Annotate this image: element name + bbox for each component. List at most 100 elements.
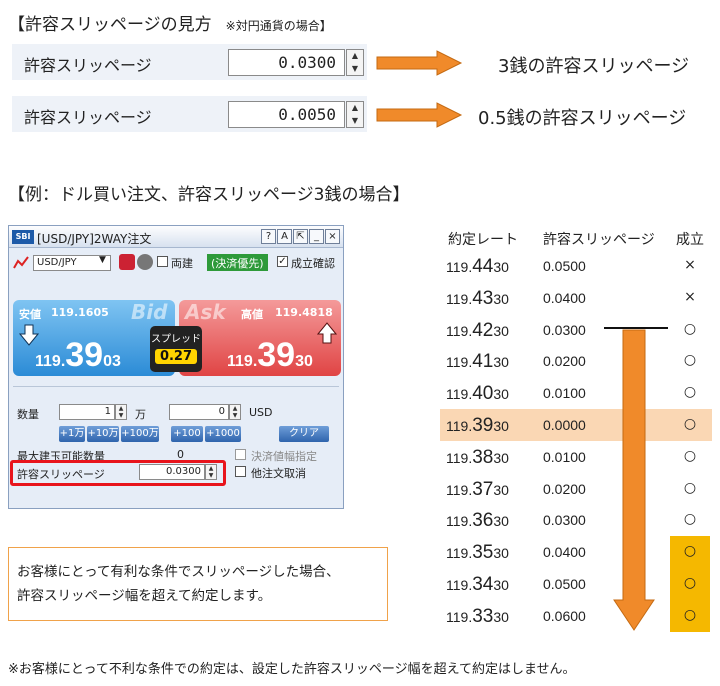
spin-up-icon[interactable]: ▲	[116, 405, 126, 412]
add-10man-button[interactable]: +10万	[87, 426, 119, 442]
add-1man-button[interactable]: +1万	[59, 426, 85, 442]
rate-big: 38	[472, 446, 494, 468]
spin-down-icon[interactable]: ▼	[347, 63, 363, 76]
ask-price-small: 30	[295, 353, 313, 370]
rate-value: 119.3830	[446, 447, 509, 469]
result-mark: ○	[670, 599, 710, 632]
cancel-other-checkbox[interactable]	[235, 466, 246, 477]
slippage-value: 0.0200	[543, 353, 586, 370]
rate-big: 36	[472, 510, 494, 532]
qty2-input[interactable]: 0	[169, 404, 229, 420]
heading-note: ※対円通貨の場合】	[225, 19, 332, 33]
qty-input[interactable]: 1	[59, 404, 115, 420]
result-mark: ×	[684, 257, 696, 273]
rate-big: 43	[472, 287, 494, 309]
result-mark: ○	[683, 479, 697, 496]
close-button[interactable]: ×	[325, 229, 340, 244]
result-mark: ○	[683, 320, 697, 337]
rate-value: 119.4330	[446, 288, 509, 310]
rate-big: 35	[472, 542, 494, 564]
rate-small: 30	[493, 418, 509, 434]
settle-price-checkbox[interactable]	[235, 449, 246, 460]
slippage-desc-1: 3銭の許容スリッページ	[498, 56, 690, 77]
bid-price-small: 03	[103, 353, 121, 370]
window-slippage-input[interactable]: 0.0300	[139, 464, 205, 480]
header-slippage: 許容スリッページ	[543, 232, 655, 248]
table-row: 119.4330 0.0400 ×	[440, 282, 712, 314]
minimize-button[interactable]: _	[309, 229, 324, 244]
table-row: 119.3830 0.0100 ○	[440, 441, 712, 473]
confirm-checkbox[interactable]: ✓	[277, 256, 288, 267]
chart-icon[interactable]	[13, 255, 29, 271]
slippage-input[interactable]: 0.0050	[228, 101, 345, 128]
chevron-down-icon[interactable]: ▼	[99, 255, 106, 265]
spread-value: 0.27	[155, 349, 197, 364]
spin-up-icon[interactable]: ▲	[206, 465, 216, 472]
spin-down-icon[interactable]: ▼	[230, 412, 240, 419]
slippage-row-1: 許容スリッページ 0.0300 ▲ ▼	[12, 44, 367, 80]
ask-high-label: 高値	[241, 308, 263, 321]
rate-small: 30	[493, 608, 509, 625]
ask-panel[interactable]: Ask 高値 119.4818 119.3930	[179, 300, 341, 376]
font-button[interactable]: A	[277, 229, 292, 244]
slippage-value: 0.0500	[543, 258, 586, 274]
cancel-other-label: 他注文取消	[251, 467, 306, 480]
add-100-button[interactable]: +100	[171, 426, 203, 442]
popout-button[interactable]: ⇱	[293, 229, 308, 244]
rate-small: 30	[493, 290, 509, 307]
result-mark: ○	[683, 352, 697, 369]
table-row: 119.3430 0.0500 ○	[440, 568, 712, 600]
window-title: [USD/JPY]2WAY注文	[37, 232, 152, 246]
table-row: 119.4230 0.0300 ○	[440, 314, 712, 346]
slippage-row-2: 許容スリッページ 0.0050 ▲ ▼	[12, 96, 367, 132]
confirm-label: 成立確認	[291, 257, 335, 270]
spin-down-icon[interactable]: ▼	[206, 472, 216, 479]
help-button[interactable]: ?	[261, 229, 276, 244]
gear-icon[interactable]	[137, 254, 153, 270]
rate-int: 119.	[446, 354, 473, 371]
spin-up-icon[interactable]: ▲	[347, 102, 363, 115]
slippage-spinner[interactable]: ▲ ▼	[346, 49, 364, 76]
settle-priority-badge[interactable]: (決済優先)	[207, 254, 268, 271]
qty-label: 数量	[17, 408, 39, 421]
add-1000-button[interactable]: +1000	[205, 426, 241, 442]
slippage-spinner[interactable]: ▲ ▼	[346, 101, 364, 128]
slippage-value: 0.0500	[543, 576, 586, 592]
rate-int: 119.	[446, 386, 473, 403]
slippage-input[interactable]: 0.0300	[228, 49, 345, 76]
spin-down-icon[interactable]: ▼	[347, 115, 363, 128]
rate-value: 119.3630	[446, 510, 509, 532]
spin-down-icon[interactable]: ▼	[116, 412, 126, 419]
ryodate-checkbox[interactable]	[157, 256, 168, 267]
result-mark: ○	[683, 384, 697, 401]
result-mark: ○	[683, 447, 697, 464]
result-mark: ○	[670, 536, 710, 569]
qty2-spinner[interactable]: ▲ ▼	[229, 404, 241, 420]
slippage-value: 0.0000	[543, 417, 586, 433]
bid-price-big: 39	[65, 336, 104, 374]
bid-price: 119.3903	[35, 336, 121, 375]
rate-value: 119.4230	[446, 320, 509, 342]
rate-int: 119.	[446, 290, 473, 307]
rate-big: 40	[472, 383, 494, 405]
qty-spinner[interactable]: ▲ ▼	[115, 404, 127, 420]
clear-button[interactable]: クリア	[279, 426, 329, 442]
rate-value: 119.4030	[446, 383, 509, 405]
result-mark: ○	[683, 416, 697, 432]
spin-up-icon[interactable]: ▲	[230, 405, 240, 412]
spread-label: スプレッド	[151, 334, 201, 345]
arrow-down-big-icon	[613, 329, 655, 631]
spread-box: スプレッド 0.27	[150, 326, 202, 372]
rate-value: 119.3730	[446, 479, 509, 501]
rate-small: 30	[493, 449, 509, 466]
add-100man-button[interactable]: +100万	[121, 426, 159, 442]
slippage-label: 許容スリッページ	[24, 108, 152, 127]
ask-tag: Ask	[185, 300, 226, 324]
spin-up-icon[interactable]: ▲	[347, 50, 363, 63]
table-row: 119.3730 0.0200 ○	[440, 473, 712, 505]
window-slippage-spinner[interactable]: ▲ ▼	[205, 464, 217, 480]
ask-high-value: 119.4818	[275, 306, 333, 319]
settings-icon[interactable]	[119, 254, 135, 270]
rate-small: 30	[493, 386, 509, 403]
rate-big: 44	[472, 256, 494, 277]
